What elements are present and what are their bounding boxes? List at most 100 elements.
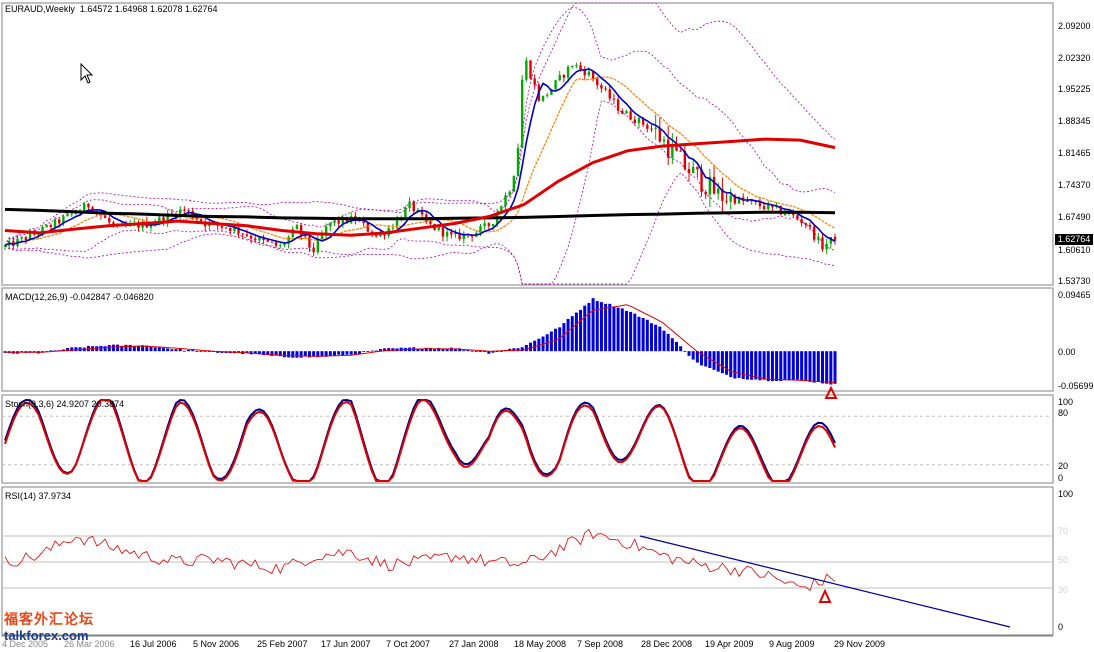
macd-tick: 0.09465 <box>1058 290 1091 300</box>
macd-bar <box>195 351 199 352</box>
macd-bar <box>775 351 779 382</box>
candle-body <box>546 94 549 96</box>
candle-body <box>429 221 432 224</box>
macd-bar <box>462 350 466 352</box>
price-tick: 1.88345 <box>1058 116 1091 126</box>
candle-body <box>108 218 111 223</box>
current-price-tag: 1.62764 <box>1055 234 1093 245</box>
candle-body <box>800 219 803 224</box>
candle-body <box>650 128 653 130</box>
price-tick: 1.74370 <box>1058 180 1091 190</box>
macd-bar <box>666 333 670 352</box>
macd-bar <box>349 351 353 355</box>
macd-bar <box>153 347 157 352</box>
price-tick: 1.60610 <box>1058 245 1091 255</box>
candle-body <box>224 227 228 229</box>
candle-body <box>20 237 23 239</box>
macd-bar <box>529 342 533 352</box>
candle-body <box>183 209 186 211</box>
candle-body <box>525 60 528 80</box>
candle-body <box>629 111 632 120</box>
candle-body <box>408 201 411 209</box>
candle-body <box>87 203 90 208</box>
price-tick: 1.95225 <box>1058 84 1091 94</box>
date-tick: 16 Jul 2006 <box>130 639 177 649</box>
candle-body <box>445 232 449 237</box>
macd-bar <box>166 348 170 352</box>
candle-body <box>483 223 486 227</box>
candle-body <box>504 195 507 207</box>
candle-body <box>187 210 190 212</box>
candle-body <box>566 66 570 78</box>
chart-canvas[interactable] <box>0 0 1094 652</box>
macd-bar <box>658 326 662 352</box>
candle-body <box>662 139 666 142</box>
candle-body <box>587 71 591 76</box>
chart-window[interactable]: EURAUD,Weekly 1.64572 1.64968 1.62078 1.… <box>0 0 1094 652</box>
macd-bar <box>161 347 165 352</box>
candle-body <box>316 239 320 253</box>
candle-body <box>725 200 728 202</box>
date-tick: 17 Jun 2007 <box>321 639 371 649</box>
macd-bar <box>470 350 474 352</box>
date-tick: 26 Mar 2006 <box>64 639 115 649</box>
candle-body <box>596 78 599 86</box>
candle-body <box>604 88 607 90</box>
candle-body <box>254 238 257 241</box>
candle-body <box>812 226 816 240</box>
macd-bar <box>725 351 729 375</box>
candle-body <box>696 166 699 170</box>
macd-bar <box>808 351 812 382</box>
date-tick: 28 Dec 2008 <box>641 639 693 649</box>
macd-bar <box>270 351 274 356</box>
macd-bar <box>524 344 528 352</box>
candle-body <box>621 110 624 114</box>
candle-body <box>616 99 620 111</box>
macd-bar <box>199 351 203 352</box>
macd-bar <box>178 348 182 352</box>
candle-body <box>312 247 315 253</box>
macd-bar <box>174 349 178 352</box>
macd-bar <box>695 351 699 363</box>
candle-body <box>712 176 716 194</box>
candle-body <box>437 227 440 230</box>
date-tick: 27 Jan 2008 <box>449 639 499 649</box>
macd-bar <box>282 351 286 358</box>
macd-bar <box>170 349 174 352</box>
rsi-panel-label: RSI(14) 37.9734 <box>5 491 72 501</box>
macd-bar <box>654 324 658 352</box>
macd-panel-label: MACD(12,26,9) -0.042847 -0.046820 <box>5 292 154 302</box>
candle-body <box>783 214 787 216</box>
candle-body <box>520 79 524 148</box>
candle-body <box>337 220 340 224</box>
macd-bar <box>762 351 766 380</box>
stoch-tick: 80 <box>1058 408 1069 418</box>
macd-bar <box>111 344 115 352</box>
macd-bar <box>649 323 653 352</box>
candle-body <box>404 208 407 219</box>
macd-bar <box>74 347 78 352</box>
candle-body <box>283 243 286 246</box>
macd-bar <box>182 350 186 352</box>
candle-body <box>249 235 253 239</box>
candle-body <box>575 65 578 67</box>
date-tick: 7 Sep 2008 <box>577 639 624 649</box>
macd-bar <box>812 351 816 383</box>
macd-bar <box>758 351 762 381</box>
candle-body <box>441 227 445 237</box>
candle-body <box>516 147 520 177</box>
macd-bar <box>670 338 674 352</box>
candle-body <box>633 119 636 124</box>
macd-bar <box>604 303 608 352</box>
date-tick: 7 Oct 2007 <box>386 639 431 649</box>
macd-bar <box>428 347 432 352</box>
candle-body <box>767 204 770 210</box>
candle-body <box>666 139 670 158</box>
macd-bar <box>366 351 370 352</box>
macd-bar <box>691 351 695 360</box>
macd-bar <box>791 351 795 380</box>
candle-body <box>600 85 603 89</box>
candle-body <box>591 71 595 79</box>
macd-bar <box>720 351 724 374</box>
date-tick: 4 Dec 2005 <box>2 639 49 649</box>
